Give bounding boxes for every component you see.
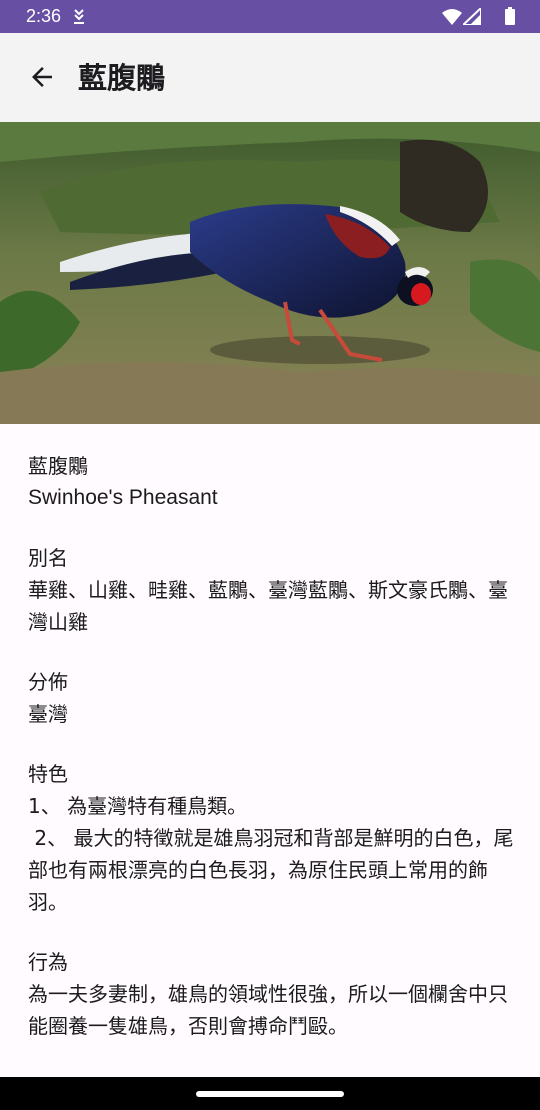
behavior-heading: 行為: [28, 950, 68, 974]
signal-icon: [463, 8, 481, 25]
bird-photo: [0, 122, 540, 424]
system-navigation-bar: [0, 1077, 540, 1110]
battery-icon: [505, 7, 515, 25]
behavior-text: 為一夫多妻制，雄鳥的領域性很強，所以一個欄舍中只能圈養一隻雄鳥，否則會搏命鬥毆。: [28, 982, 508, 1038]
wifi-icon: [442, 9, 462, 25]
features-heading: 特色: [28, 762, 68, 786]
features-item-2: 2、 最大的特徵就是雄鳥羽冠和背部是鮮明的白色，尾部也有兩根漂亮的白色長羽，為原…: [28, 826, 514, 914]
page-title: 藍腹鷴: [78, 61, 166, 95]
features-item-1: 1、 為臺灣特有種鳥類。: [28, 794, 248, 818]
species-name-en: Swinhoe's Pheasant: [28, 486, 218, 509]
distribution-section: 分佈 臺灣: [28, 666, 518, 730]
app-bar: 藍腹鷴: [0, 33, 540, 122]
distribution-text: 臺灣: [28, 702, 68, 726]
name-section: 藍腹鷴 Swinhoe's Pheasant: [28, 450, 518, 514]
gesture-handle[interactable]: [196, 1091, 344, 1097]
bird-photo-illustration: [0, 122, 540, 424]
arrow-back-icon: [32, 67, 52, 87]
behavior-section: 行為 為一夫多妻制，雄鳥的領域性很強，所以一個欄舍中只能圈養一隻雄鳥，否則會搏命…: [28, 946, 518, 1042]
status-bar: 2:36: [0, 0, 540, 33]
distribution-heading: 分佈: [28, 670, 68, 694]
alias-section: 別名 華雞、山雞、畦雞、藍鷴、臺灣藍鷴、斯文豪氏鷴、臺灣山雞: [28, 542, 518, 638]
download-icon: [74, 9, 84, 24]
back-button[interactable]: [14, 49, 70, 105]
species-details: 藍腹鷴 Swinhoe's Pheasant 別名 華雞、山雞、畦雞、藍鷴、臺灣…: [28, 450, 518, 1070]
features-section: 特色 1、 為臺灣特有種鳥類。 2、 最大的特徵就是雄鳥羽冠和背部是鮮明的白色，…: [28, 758, 518, 918]
alias-heading: 別名: [28, 546, 68, 570]
status-time: 2:36: [26, 6, 62, 26]
alias-text: 華雞、山雞、畦雞、藍鷴、臺灣藍鷴、斯文豪氏鷴、臺灣山雞: [28, 578, 508, 634]
species-name-zh: 藍腹鷴: [28, 454, 88, 478]
